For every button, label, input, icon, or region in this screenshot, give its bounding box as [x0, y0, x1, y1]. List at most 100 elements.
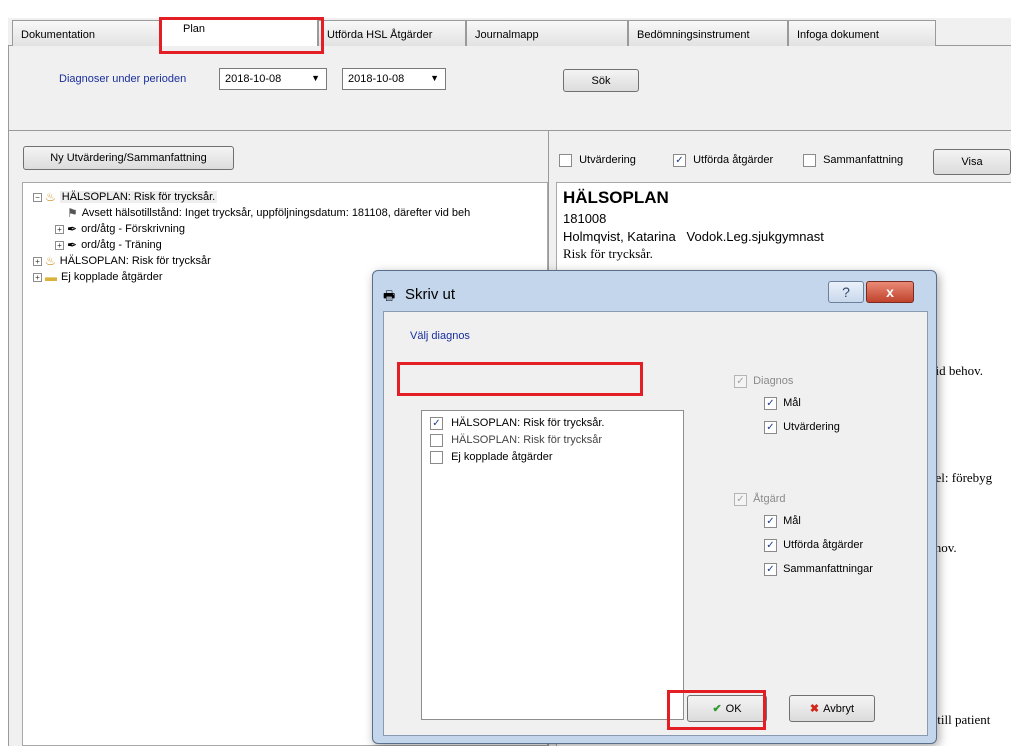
- doc-date: 181008: [563, 211, 607, 226]
- date-to-select[interactable]: 2018-10-08 ▼: [342, 68, 446, 90]
- date-from-value: 2018-10-08: [225, 73, 282, 85]
- filter-utvardering[interactable]: Utvärdering: [559, 154, 636, 167]
- option-atgard-mal[interactable]: ✓ Mål: [764, 515, 801, 528]
- checkbox-label: Utvärdering: [579, 154, 636, 167]
- close-icon: x: [886, 284, 894, 300]
- highlight-plan-tab: [159, 17, 324, 54]
- expand-icon[interactable]: +: [55, 224, 64, 234]
- doc-text-fragment: vid behov.: [929, 363, 984, 378]
- tab-bedomningsinstrument[interactable]: Bedömningsinstrument: [628, 20, 788, 46]
- folder-icon: ▬: [45, 270, 57, 284]
- pen-icon: ✒: [67, 238, 78, 252]
- lamp-icon: ♨: [45, 254, 56, 268]
- show-button-label: Visa: [961, 156, 983, 168]
- checkbox[interactable]: ✓: [734, 375, 747, 388]
- tree-node-avsett[interactable]: ⚑ Avsett hälsotillstånd: Inget trycksår,…: [67, 205, 470, 221]
- diagnosis-list[interactable]: ✓ HÄLSOPLAN: Risk för trycksår. HÄLSOPLA…: [421, 410, 684, 720]
- list-item-halsoplan-1[interactable]: ✓ HÄLSOPLAN: Risk för trycksår.: [430, 417, 605, 430]
- tree-node-label: HÄLSOPLAN: Risk för trycksår.: [59, 191, 218, 203]
- option-label: Åtgärd: [753, 493, 786, 506]
- close-button[interactable]: x: [866, 281, 914, 303]
- help-button[interactable]: ?: [828, 281, 864, 303]
- doc-author: Holmqvist, Katarina Vodok.Leg.sjukgymnas…: [563, 229, 824, 244]
- tab-dokumentation[interactable]: Dokumentation: [12, 20, 160, 46]
- tree-node-halsoplan-1[interactable]: − ♨ HÄLSOPLAN: Risk för trycksår.: [33, 189, 218, 205]
- search-button[interactable]: Sök: [563, 69, 639, 92]
- tree-node-label: ord/åtg - Förskrivning: [81, 223, 185, 235]
- checkbox[interactable]: [430, 434, 443, 447]
- doc-text-fragment: del: förebyg: [929, 470, 993, 485]
- checkbox-label: Utförda åtgärder: [693, 154, 774, 167]
- new-evaluation-button[interactable]: Ny Utvärdering/Sammanfattning: [23, 146, 234, 170]
- printer-icon: 🖶: [383, 288, 396, 303]
- option-label: Mål: [783, 397, 801, 410]
- option-atgard-utforda[interactable]: ✓ Utförda åtgärder: [764, 539, 863, 552]
- tree-node-traning[interactable]: + ✒ ord/åtg - Träning: [55, 237, 162, 253]
- tree-node-label: ord/åtg - Träning: [81, 239, 162, 251]
- tab-label: Journalmapp: [475, 29, 539, 41]
- tab-infoga-dokument[interactable]: Infoga dokument: [788, 20, 936, 46]
- option-label: Utförda åtgärder: [783, 539, 864, 552]
- collapse-icon[interactable]: −: [33, 192, 42, 202]
- checkbox[interactable]: ✓: [734, 493, 747, 506]
- pen-icon: ✒: [67, 222, 78, 236]
- highlight-diagnosis-item: [397, 362, 643, 396]
- checkbox[interactable]: ✓: [764, 515, 777, 528]
- doc-diagnosis: Risk för trycksår.: [563, 246, 653, 261]
- option-label: Utvärdering: [783, 421, 840, 434]
- checkbox[interactable]: ✓: [764, 421, 777, 434]
- checkbox[interactable]: [430, 451, 443, 464]
- option-diagnos[interactable]: ✓ Diagnos: [734, 375, 793, 388]
- filter-sammanfattning[interactable]: Sammanfattning: [803, 154, 903, 167]
- cancel-button[interactable]: ✖ Avbryt: [789, 695, 875, 722]
- tab-label: Infoga dokument: [797, 29, 879, 41]
- filter-utforda-atgarder[interactable]: ✓ Utförda åtgärder: [673, 154, 773, 167]
- doc-text-fragment: s till patient: [929, 712, 991, 727]
- option-atgard-sammanfattningar[interactable]: ✓ Sammanfattningar: [764, 563, 873, 576]
- tab-label: Dokumentation: [21, 29, 95, 41]
- list-item-label: HÄLSOPLAN: Risk för trycksår.: [451, 417, 605, 430]
- checkbox-label: Sammanfattning: [823, 154, 904, 167]
- checkbox[interactable]: ✓: [764, 563, 777, 576]
- option-label: Sammanfattningar: [783, 563, 873, 576]
- tree-node-forskrivning[interactable]: + ✒ ord/åtg - Förskrivning: [55, 221, 185, 237]
- option-diagnos-utvardering[interactable]: ✓ Utvärdering: [764, 421, 840, 434]
- list-item-label: Ej kopplade åtgärder: [451, 451, 553, 464]
- tab-label: Utförda HSL Åtgärder: [327, 29, 433, 41]
- tab-utforda-hsl-atgarder[interactable]: Utförda HSL Åtgärder: [318, 20, 466, 46]
- checkbox[interactable]: [803, 154, 816, 167]
- cancel-icon: ✖: [809, 703, 820, 715]
- filter-panel: [8, 46, 1011, 130]
- checkbox[interactable]: ✓: [764, 539, 777, 552]
- tree-node-label: Avsett hälsotillstånd: Inget trycksår, u…: [81, 207, 471, 219]
- lamp-icon: ♨: [45, 190, 56, 204]
- show-button[interactable]: Visa: [933, 149, 1011, 175]
- expand-icon[interactable]: +: [33, 272, 42, 282]
- flag-icon: ⚑: [67, 206, 78, 220]
- doc-title: HÄLSOPLAN: [563, 188, 669, 207]
- chevron-down-icon: ▼: [311, 73, 320, 83]
- checkbox[interactable]: [559, 154, 572, 167]
- list-item-ej-kopplade[interactable]: Ej kopplade åtgärder: [430, 451, 553, 464]
- chevron-down-icon: ▼: [430, 73, 439, 83]
- list-item-halsoplan-2[interactable]: HÄLSOPLAN: Risk för trycksår: [430, 434, 602, 447]
- option-diagnos-mal[interactable]: ✓ Mål: [764, 397, 801, 410]
- expand-icon[interactable]: +: [33, 256, 42, 266]
- expand-icon[interactable]: +: [55, 240, 64, 250]
- option-atgard[interactable]: ✓ Åtgärd: [734, 493, 785, 506]
- checkbox[interactable]: ✓: [673, 154, 686, 167]
- date-to-value: 2018-10-08: [348, 73, 405, 85]
- date-from-select[interactable]: 2018-10-08 ▼: [219, 68, 327, 90]
- search-button-label: Sök: [591, 74, 611, 87]
- dialog-title: Skriv ut: [405, 286, 456, 303]
- tab-journalmapp[interactable]: Journalmapp: [466, 20, 628, 46]
- option-label: Mål: [783, 515, 801, 528]
- cancel-button-label: Avbryt: [823, 702, 855, 715]
- print-dialog: 🖶 Skriv ut ? x Välj diagnos ✓ HÄLSOPLAN:…: [372, 270, 937, 744]
- checkbox[interactable]: ✓: [764, 397, 777, 410]
- tree-node-ej-kopplade[interactable]: + ▬ Ej kopplade åtgärder: [33, 269, 163, 285]
- list-item-label: HÄLSOPLAN: Risk för trycksår: [451, 434, 603, 447]
- checkbox[interactable]: ✓: [430, 417, 443, 430]
- option-label: Diagnos: [753, 375, 794, 388]
- tree-node-halsoplan-2[interactable]: + ♨ HÄLSOPLAN: Risk för trycksår: [33, 253, 211, 269]
